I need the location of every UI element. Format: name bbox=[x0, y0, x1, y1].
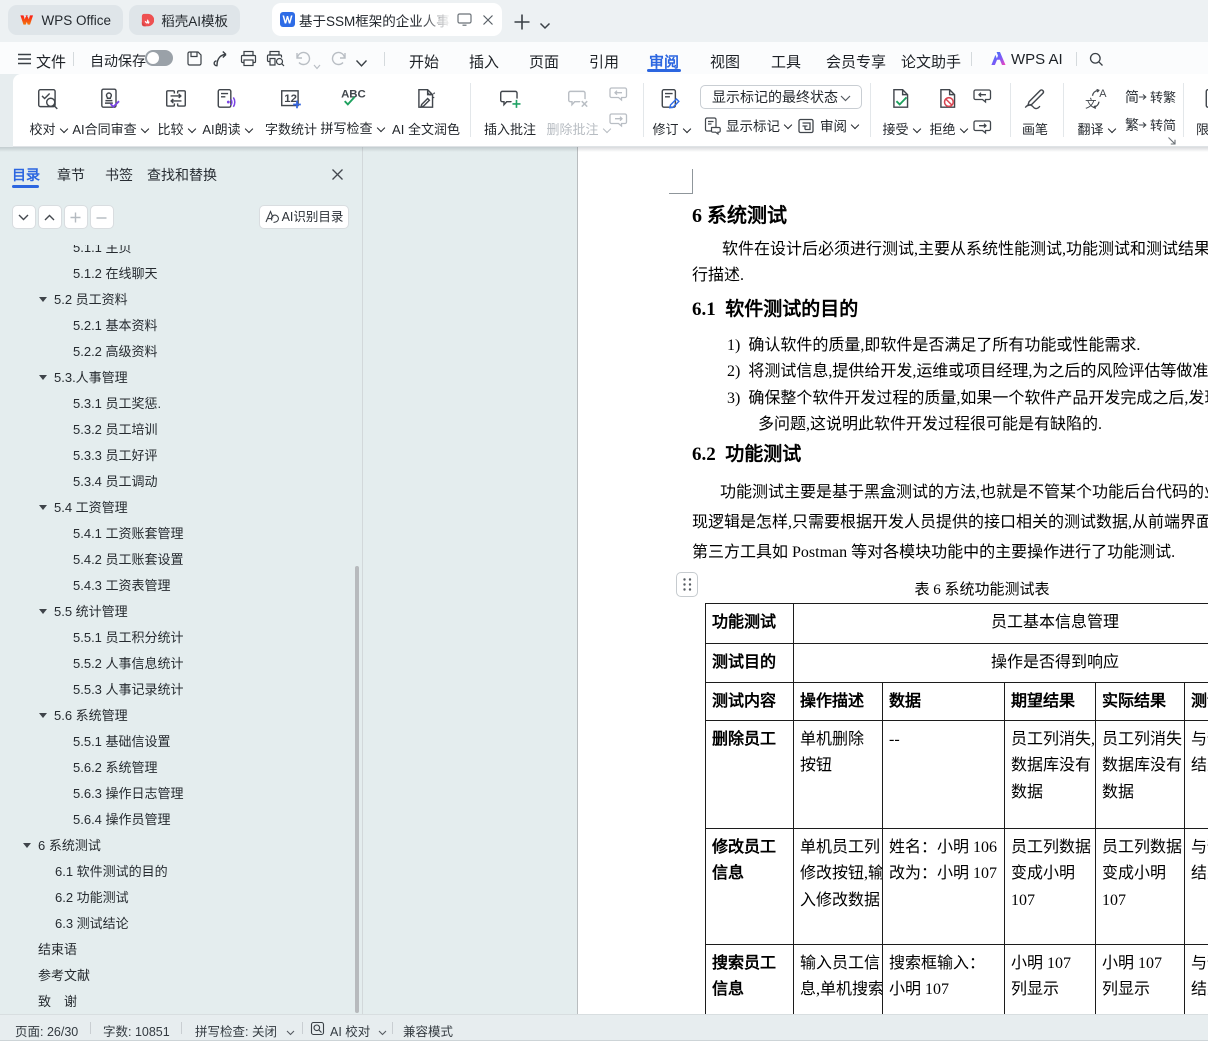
svg-text:A: A bbox=[1099, 88, 1107, 100]
svg-text:12: 12 bbox=[284, 93, 297, 105]
